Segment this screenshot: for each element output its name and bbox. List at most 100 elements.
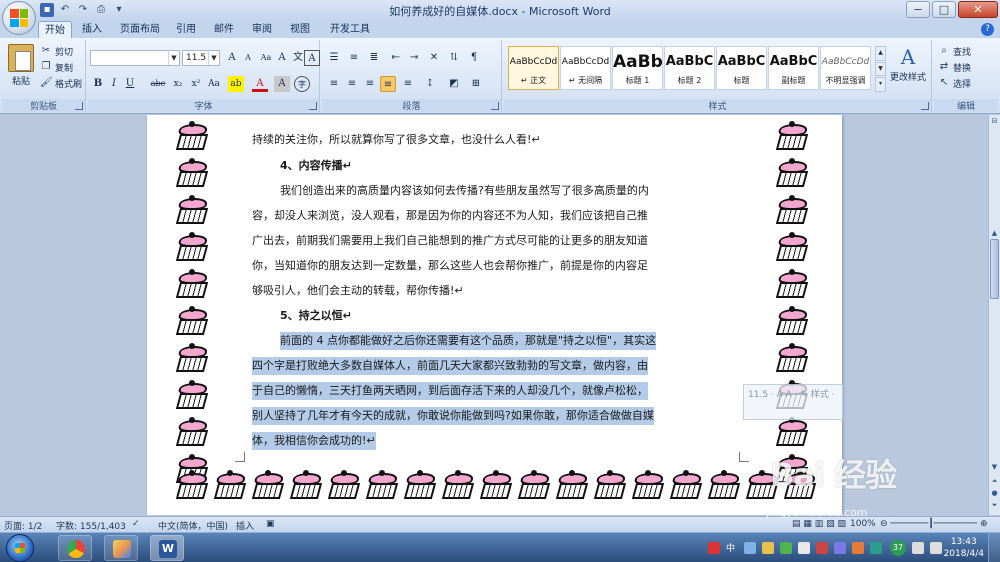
tab-page-layout[interactable]: 页面布局 xyxy=(114,21,166,38)
distributed-icon[interactable]: ≡ xyxy=(400,76,416,92)
language-status[interactable]: 中文(简体，中国) xyxy=(158,519,228,532)
style-no-spacing[interactable]: AaBbCcDd ↵ 无间隔 xyxy=(560,46,611,90)
tab-references[interactable]: 引用 xyxy=(170,21,202,38)
scroll-down-icon[interactable]: ▼ xyxy=(989,461,1000,473)
volume-icon[interactable] xyxy=(930,542,942,554)
close-button[interactable]: ✕ xyxy=(958,1,998,18)
font-color-button[interactable]: A xyxy=(252,76,268,92)
multilevel-list-icon[interactable]: ≣ xyxy=(366,50,382,66)
copy-button[interactable]: ❐ 复制 xyxy=(40,60,74,74)
tab-insert[interactable]: 插入 xyxy=(76,21,108,38)
style-normal[interactable]: AaBbCcDd ↵ 正文 xyxy=(508,46,559,90)
text-line[interactable]: 四个字是打败绝大多数自媒体人，前面几天大家都兴致勃勃的写文章，做内容，由 xyxy=(252,357,648,375)
document-page[interactable] xyxy=(147,115,842,515)
underline-button[interactable]: U xyxy=(122,76,138,92)
show-desktop-button[interactable] xyxy=(988,533,1000,562)
chinese-layout-icon[interactable]: ✕ xyxy=(426,50,442,66)
highlight-button[interactable]: ab xyxy=(228,76,244,92)
gallery-up-icon[interactable]: ▲ xyxy=(875,46,886,61)
style-heading-2[interactable]: AaBbC 标题 2 xyxy=(664,46,715,90)
clock[interactable]: 13:43 2018/4/4 xyxy=(944,536,984,560)
replace-button[interactable]: ⇄ 替换 xyxy=(938,60,971,74)
tray-app-icon[interactable] xyxy=(834,542,846,554)
styles-launcher-icon[interactable] xyxy=(921,102,929,110)
font-name-combo[interactable]: ▼ xyxy=(90,50,180,66)
text-line[interactable]: 广出去，前期我们需要用上我们自己能想到的推广方式尽可能的让更多的朋友知道 xyxy=(252,232,648,250)
tray-app-icon[interactable] xyxy=(708,542,720,554)
superscript-button[interactable]: x² xyxy=(188,76,204,92)
text-line[interactable]: 你，当知道你的朋友达到一定数量，那么这些人也会帮你推广，前提是你的内容足 xyxy=(252,257,648,275)
tray-app-icon[interactable] xyxy=(780,542,792,554)
prev-page-icon[interactable]: ⏶ xyxy=(989,475,1000,487)
borders-icon[interactable]: ⊞ xyxy=(468,76,484,92)
align-left-icon[interactable]: ≡ xyxy=(326,76,342,92)
view-buttons[interactable]: ▤ ▦ ▥ ▧ ▨ xyxy=(792,519,846,529)
text-line[interactable]: 于自己的懒惰，三天打鱼两天晒网，到后面存活下来的人却没几个，就像卢松松， xyxy=(252,382,648,400)
shrink-font-button[interactable]: A xyxy=(240,50,256,66)
next-page-icon[interactable]: ⏷ xyxy=(989,499,1000,511)
insert-mode[interactable]: 插入 xyxy=(236,519,254,532)
bullets-icon[interactable]: ☰ xyxy=(326,50,342,66)
text-line[interactable]: 持续的关注你，所以就算你写了很多文章，也没什么人看!↵ xyxy=(252,131,541,149)
style-heading-1[interactable]: AaBb 标题 1 xyxy=(612,46,663,90)
page-count[interactable]: 页面: 1/2 xyxy=(4,519,42,532)
cut-button[interactable]: ✂ 剪切 xyxy=(40,44,73,58)
increase-indent-icon[interactable]: ⇥ xyxy=(406,50,422,66)
tab-home[interactable]: 开始 xyxy=(38,21,72,38)
tray-app-icon[interactable] xyxy=(852,542,864,554)
text-line[interactable]: 容，却没人来浏览，没人观看，那是因为你的内容还不为人知，我们应该把自己推 xyxy=(252,207,648,225)
change-case-button[interactable]: Aa xyxy=(258,50,274,66)
word-count[interactable]: 字数: 155/1,403 xyxy=(56,519,126,532)
gallery-down-icon[interactable]: ▼ xyxy=(875,61,886,77)
enclose-char-button[interactable]: 字 xyxy=(294,76,310,92)
zoom-slider[interactable]: ⊖ ───────┃──────── ⊕ xyxy=(880,519,988,529)
tray-app-icon[interactable] xyxy=(870,542,882,554)
style-title[interactable]: AaBbC 标题 xyxy=(716,46,767,90)
vertical-scrollbar[interactable]: ⊟ ▲ ▼ ⏶ ● ⏷ xyxy=(988,115,1000,515)
office-button[interactable] xyxy=(2,1,36,35)
macro-record-icon[interactable]: ▣ xyxy=(266,519,275,529)
subscript-button[interactable]: x₂ xyxy=(170,76,186,92)
tab-developer[interactable]: 开发工具 xyxy=(324,21,376,38)
proofing-icon[interactable]: ✓ xyxy=(132,519,140,529)
italic-button[interactable]: I xyxy=(106,76,122,92)
font-size-combo[interactable]: 11.5 ▼ xyxy=(182,50,220,66)
start-button[interactable] xyxy=(6,534,34,562)
font-launcher-icon[interactable] xyxy=(309,102,317,110)
decrease-indent-icon[interactable]: ⇤ xyxy=(388,50,404,66)
text-line[interactable]: 4、内容传播↵ xyxy=(280,157,352,175)
numbering-icon[interactable]: ≡ xyxy=(346,50,362,66)
bold-button[interactable]: B xyxy=(90,76,106,92)
text-line[interactable]: 前面的 4 点你都能做好之后你还需要有这个品质，那就是"持之以恒"，其实这 xyxy=(280,332,657,350)
align-center-icon[interactable]: ≡ xyxy=(344,76,360,92)
grow-font-button[interactable]: A xyxy=(224,50,240,66)
taskbar-word[interactable]: W xyxy=(150,535,184,561)
tab-mailings[interactable]: 邮件 xyxy=(208,21,240,38)
text-line[interactable]: 体，我相信你会成功的!↵ xyxy=(252,432,376,450)
clear-format-button[interactable]: A xyxy=(274,50,290,66)
shading-icon[interactable]: ◩ xyxy=(446,76,462,92)
format-painter-button[interactable]: 🖌 格式刷 xyxy=(40,76,82,90)
paste-button[interactable]: 粘贴 xyxy=(6,44,36,87)
show-marks-icon[interactable]: ¶ xyxy=(466,50,482,66)
taskbar-paint[interactable] xyxy=(104,535,138,561)
paragraph-launcher-icon[interactable] xyxy=(491,102,499,110)
network-icon[interactable] xyxy=(912,542,924,554)
char-border-button[interactable]: A xyxy=(304,50,320,66)
zoom-level[interactable]: 100% xyxy=(850,519,876,529)
find-button[interactable]: ⌕ 查找 xyxy=(938,44,971,58)
scroll-thumb[interactable] xyxy=(990,239,999,299)
tray-app-icon[interactable] xyxy=(744,542,756,554)
change-styles-button[interactable]: A 更改样式 xyxy=(888,44,928,83)
select-button[interactable]: ↖ 选择 xyxy=(938,76,971,90)
maximize-button[interactable]: □ xyxy=(932,1,956,18)
text-line[interactable]: 够吸引人，他们会主动的转载，帮你传播!↵ xyxy=(252,282,464,300)
style-subtitle[interactable]: AaBbC 副标题 xyxy=(768,46,819,90)
gallery-more-icon[interactable]: ▾ xyxy=(875,77,886,93)
clipboard-launcher-icon[interactable] xyxy=(75,102,83,110)
ruler-toggle-icon[interactable]: ⊟ xyxy=(989,115,1000,127)
text-line[interactable]: 别人坚持了几年才有今天的成就，你敢说你能做到吗?如果你敢，那你适合做做自媒 xyxy=(252,407,654,425)
tab-review[interactable]: 审阅 xyxy=(246,21,278,38)
char-shading-button[interactable]: A xyxy=(274,76,290,92)
tray-app-icon[interactable] xyxy=(762,542,774,554)
